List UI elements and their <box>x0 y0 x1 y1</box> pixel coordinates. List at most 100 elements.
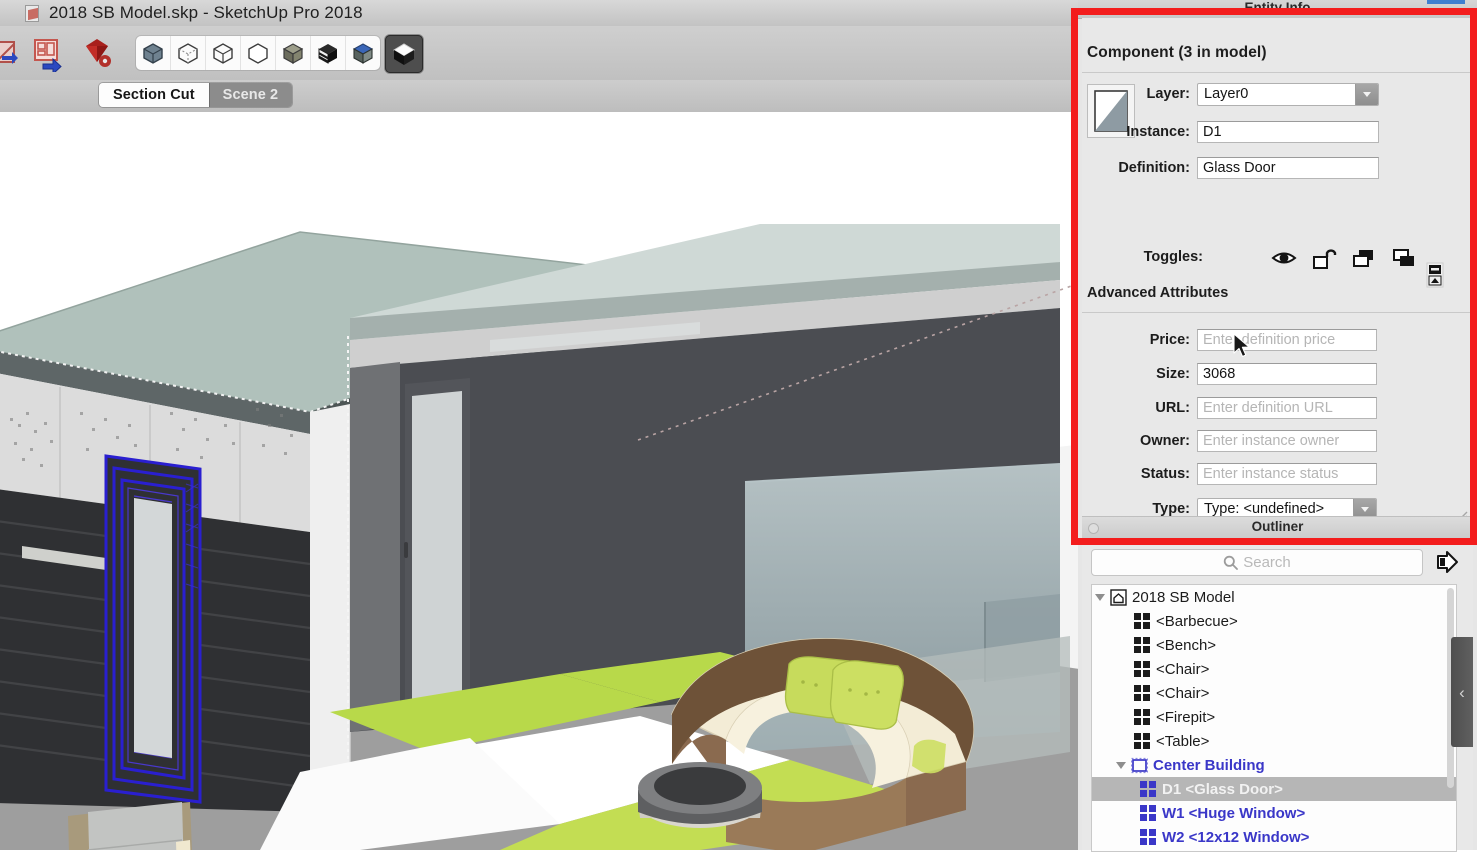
price-label: Price: <box>1082 332 1190 348</box>
price-row: Price: Enter definition price <box>1082 328 1473 351</box>
outliner-panel-header[interactable]: Outliner <box>1082 516 1473 540</box>
sketchup-application-window: 2018 SB Model.skp - SketchUp Pro 2018 <box>0 0 1477 850</box>
component-grid-icon <box>1137 777 1159 801</box>
size-row: Size: 3068 <box>1082 362 1473 385</box>
tree-row-chair-2[interactable]: <Chair> <box>1092 681 1456 705</box>
style-shaded-button[interactable] <box>276 36 311 70</box>
layer-select[interactable]: Layer0 <box>1197 83 1379 106</box>
entity-info-title: Entity Info <box>1245 0 1311 15</box>
style-button-group <box>136 36 380 70</box>
group-grid-icon <box>1131 729 1153 753</box>
tree-row-barbecue[interactable]: <Barbecue> <box>1092 609 1456 633</box>
group-grid-icon <box>1131 633 1153 657</box>
style-hidden-line-button[interactable] <box>241 36 276 70</box>
price-input[interactable]: Enter definition price <box>1197 329 1377 351</box>
url-label: URL: <box>1082 400 1190 416</box>
toggles-row: Toggles: <box>1082 245 1473 271</box>
tree-row-chair-1[interactable]: <Chair> <box>1092 657 1456 681</box>
style-wireframe-button[interactable] <box>206 36 241 70</box>
group-grid-icon <box>1131 681 1153 705</box>
visibility-eye-icon[interactable] <box>1271 245 1299 271</box>
tree-row-bench[interactable]: <Bench> <box>1092 633 1456 657</box>
definition-input[interactable]: Glass Door <box>1197 157 1379 179</box>
style-active-button[interactable] <box>385 35 423 73</box>
ruby-console-icon[interactable] <box>78 34 116 72</box>
receives-shadows-icon[interactable] <box>1351 245 1379 271</box>
group-square-icon <box>1128 753 1150 777</box>
tree-label: <Chair> <box>1153 685 1209 702</box>
type-label: Type: <box>1082 501 1190 517</box>
chevron-down-icon[interactable] <box>1355 84 1378 105</box>
layer-row: Layer: Layer0 <box>1082 82 1473 105</box>
tree-row-model-root[interactable]: 2018 SB Model <box>1092 585 1456 609</box>
status-label: Status: <box>1082 466 1190 482</box>
instance-input[interactable]: D1 <box>1197 121 1379 143</box>
tree-row-glass-door[interactable]: D1 <Glass Door> <box>1092 777 1456 801</box>
tree-label: <Table> <box>1153 733 1209 750</box>
entity-info-panel-header[interactable]: Entity Info <box>1078 0 1477 19</box>
divider <box>1082 72 1473 73</box>
scene-tabs: Section Cut Scene 2 <box>99 83 292 107</box>
style-back-edges-button[interactable] <box>171 36 206 70</box>
tab-scene-2[interactable]: Scene 2 <box>209 83 293 107</box>
outliner-title: Outliner <box>1082 519 1473 534</box>
entity-info-panel: Component (3 in model) Layer: Layer0 <box>1082 18 1473 540</box>
component-heading: Component (3 in model) <box>1087 44 1267 62</box>
panel-active-indicator <box>1427 0 1465 4</box>
mouse-pointer <box>1232 333 1252 359</box>
tree-row-center-building[interactable]: Center Building <box>1092 753 1456 777</box>
definition-label: Definition: <box>1082 160 1190 176</box>
group-grid-icon <box>1131 705 1153 729</box>
outliner-panel: Search <box>1082 540 1473 850</box>
chevron-down-icon[interactable] <box>1113 753 1128 777</box>
tree-row-huge-window[interactable]: W1 <Huge Window> <box>1092 801 1456 825</box>
tree-label: D1 <Glass Door> <box>1159 781 1283 798</box>
casts-shadows-icon[interactable] <box>1391 245 1419 271</box>
divider <box>1082 312 1473 313</box>
tree-label: <Chair> <box>1153 661 1209 678</box>
tree-row-12x12-window[interactable]: W2 <12x12 Window> <box>1092 825 1456 849</box>
layout-window-icon[interactable] <box>30 34 68 72</box>
status-input[interactable]: Enter instance status <box>1197 463 1377 485</box>
url-input[interactable]: Enter definition URL <box>1197 397 1377 419</box>
twisty-placeholder <box>1116 681 1131 705</box>
twisty-placeholder <box>1116 609 1131 633</box>
tree-label: W2 <12x12 Window> <box>1159 829 1309 846</box>
search-placeholder: Search <box>1243 554 1291 571</box>
style-shaded-with-textures-button[interactable] <box>311 36 346 70</box>
unlocked-padlock-icon[interactable] <box>1311 245 1339 271</box>
tree-label: Center Building <box>1150 757 1265 774</box>
layer-label: Layer: <box>1082 86 1190 102</box>
magnifier-icon <box>1223 555 1238 570</box>
chevron-down-icon[interactable] <box>1092 585 1107 609</box>
size-input[interactable]: 3068 <box>1197 363 1377 385</box>
advanced-attributes-title: Advanced Attributes <box>1087 285 1228 301</box>
tray-collapse-handle[interactable]: ‹ <box>1451 637 1473 747</box>
sketchup-document-icon <box>24 5 41 22</box>
instance-row: Instance: D1 <box>1082 120 1473 143</box>
home-model-icon <box>1107 585 1129 609</box>
instance-label: Instance: <box>1082 124 1190 140</box>
tree-label: <Barbecue> <box>1153 613 1238 630</box>
url-row: URL: Enter definition URL <box>1082 396 1473 419</box>
export-to-layout-icon[interactable] <box>0 34 26 72</box>
outliner-tree[interactable]: 2018 SB Model <Barbecue> <Bench> <box>1091 584 1457 852</box>
window-title: 2018 SB Model.skp - SketchUp Pro 2018 <box>49 3 363 23</box>
twisty-placeholder <box>1116 705 1131 729</box>
tab-section-cut[interactable]: Section Cut <box>99 83 209 107</box>
style-monochrome-button[interactable] <box>346 36 380 70</box>
definition-row: Definition: Glass Door <box>1082 156 1473 179</box>
style-xray-button[interactable] <box>136 36 171 70</box>
tree-row-table[interactable]: <Table> <box>1092 729 1456 753</box>
search-input[interactable]: Search <box>1091 549 1423 576</box>
collapse-expand-icon[interactable] <box>1424 262 1446 288</box>
right-tray: Entity Info Component (3 in model) Layer… <box>1078 0 1477 850</box>
owner-row: Owner: Enter instance owner <box>1082 429 1473 452</box>
tree-label: 2018 SB Model <box>1129 589 1235 606</box>
tree-row-firepit[interactable]: <Firepit> <box>1092 705 1456 729</box>
owner-label: Owner: <box>1082 433 1190 449</box>
flyout-arrow-icon[interactable] <box>1434 549 1460 575</box>
size-label: Size: <box>1082 366 1190 382</box>
twisty-placeholder <box>1116 657 1131 681</box>
owner-input[interactable]: Enter instance owner <box>1197 430 1377 452</box>
